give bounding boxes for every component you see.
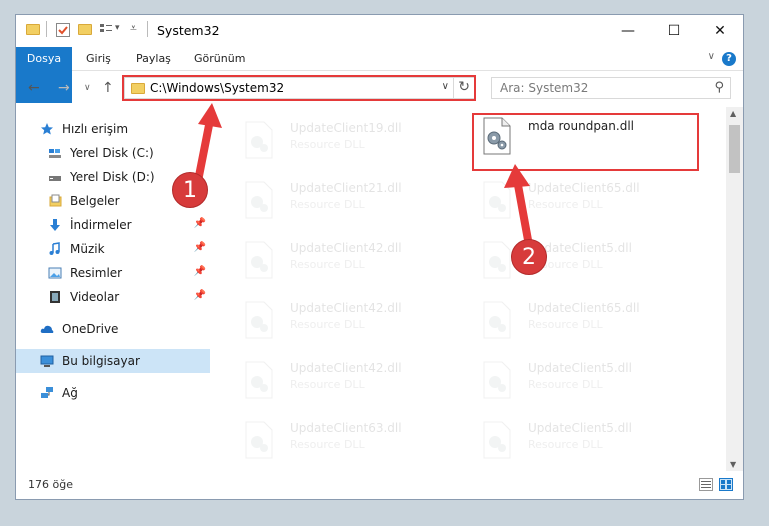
step-1-badge: 1 xyxy=(172,172,208,208)
arrow-to-address-head xyxy=(198,103,222,128)
arrow-to-address xyxy=(195,116,214,180)
step-2-badge: 2 xyxy=(511,239,547,275)
arrow-to-file xyxy=(514,181,532,244)
annotation-arrows xyxy=(195,103,532,244)
arrow-to-file-head xyxy=(504,164,530,188)
